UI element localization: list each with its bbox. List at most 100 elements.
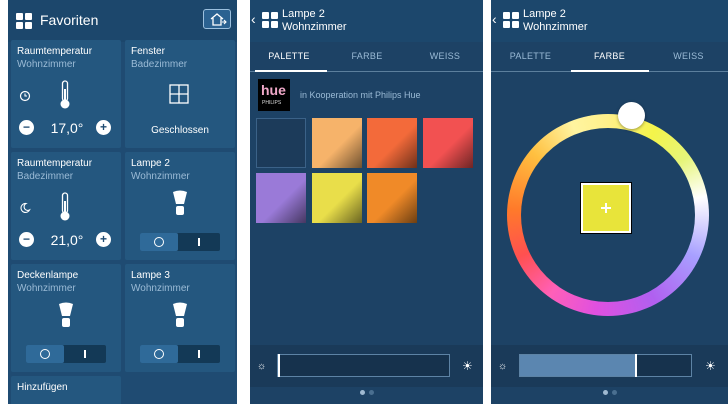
moon-icon (20, 202, 31, 214)
page-title: Lampe 2 (523, 8, 566, 20)
color-wheel-handle[interactable] (618, 102, 645, 129)
temperature-value: 21,0° (50, 232, 84, 248)
toggle-knob[interactable] (26, 345, 64, 363)
active-tab-indicator (255, 70, 327, 72)
page-indicator (250, 382, 483, 400)
tile-ceiling-lamp[interactable]: Deckenlampe Wohnzimmer (11, 264, 121, 372)
lamp-toggle[interactable] (140, 345, 220, 363)
tile-name: Lampe 3 (131, 270, 170, 281)
thermometer-icon (60, 192, 70, 221)
tile-room: Badezimmer (17, 171, 74, 182)
dim-sun-icon: ☼ (257, 361, 267, 372)
bulb-icon (173, 190, 187, 215)
home-icon (210, 13, 227, 26)
swatch-orange-red[interactable] (367, 118, 417, 168)
page-subtitle: Wohnzimmer (282, 21, 347, 33)
dim-sun-icon: ☼ (498, 361, 508, 372)
brightness-thumb[interactable] (635, 354, 637, 377)
swatch-peach[interactable] (312, 118, 362, 168)
tab-color[interactable]: FARBE (328, 51, 406, 61)
brightness-slider[interactable] (277, 354, 450, 377)
tile-name: Raumtemperatur (17, 158, 93, 169)
grid-menu-icon[interactable] (16, 13, 32, 29)
hue-logo-sub: PHILIPS (262, 100, 282, 106)
tab-white[interactable]: WEISS (649, 51, 728, 61)
tile-name: Deckenlampe (17, 270, 79, 281)
plus-icon (601, 203, 611, 213)
tile-window-bathroom[interactable]: Fenster Badezimmer Geschlossen (125, 40, 235, 148)
home-button[interactable] (203, 9, 231, 29)
tile-room: Badezimmer (131, 59, 188, 70)
bright-sun-icon: ☀ (705, 359, 716, 373)
add-tile-button[interactable]: Hinzufügen (11, 376, 121, 404)
tile-lamp-2[interactable]: Lampe 2 Wohnzimmer (125, 152, 235, 260)
page-title: Favoriten (40, 12, 99, 28)
app-bar: ‹ Lampe 2 Wohnzimmer (250, 0, 483, 42)
toggle-knob[interactable] (140, 233, 178, 251)
thermometer-icon (60, 80, 70, 109)
toggle-on-mark (198, 238, 200, 246)
tab-color[interactable]: FARBE (570, 51, 649, 61)
lamp-color-screen: ‹ Lampe 2 Wohnzimmer PALETTE FARBE WEISS… (491, 0, 728, 404)
swatch-orange[interactable] (367, 173, 417, 223)
window-status: Geschlossen (151, 125, 209, 136)
add-label: Hinzufügen (17, 382, 68, 393)
swatch-purple[interactable] (256, 173, 306, 223)
back-arrow-icon[interactable]: ‹ (251, 12, 256, 26)
tab-bar: PALETTE FARBE WEISS (250, 42, 483, 72)
window-icon (169, 84, 189, 104)
temperature-stepper[interactable]: − 17,0° + (19, 120, 113, 136)
swatch-coral-red[interactable] (423, 118, 473, 168)
app-bar: Favoriten (8, 0, 237, 42)
tab-palette[interactable]: PALETTE (250, 51, 328, 61)
hue-logo: hue PHILIPS (258, 79, 290, 111)
tile-room: Wohnzimmer (131, 171, 190, 182)
lamp-toggle[interactable] (140, 233, 220, 251)
grid-menu-icon[interactable] (503, 12, 519, 28)
favorites-screen: Favoriten Raumtemperatur Wohnzimmer − 17… (8, 0, 237, 404)
tile-name: Raumtemperatur (17, 46, 93, 57)
brightness-fill (520, 355, 635, 376)
tab-bar: PALETTE FARBE WEISS (491, 42, 728, 72)
lamp-palette-screen: ‹ Lampe 2 Wohnzimmer PALETTE FARBE WEISS… (250, 0, 483, 404)
increase-button[interactable]: + (96, 120, 111, 135)
swatch-yellow[interactable] (312, 173, 362, 223)
tile-room: Wohnzimmer (17, 283, 76, 294)
toggle-on-mark (84, 350, 86, 358)
page-indicator (491, 382, 728, 400)
tab-palette[interactable]: PALETTE (491, 51, 570, 61)
increase-button[interactable]: + (96, 232, 111, 247)
tile-name: Lampe 2 (131, 158, 170, 169)
decrease-button[interactable]: − (19, 120, 34, 135)
bulb-icon (59, 302, 73, 327)
active-tab-indicator (571, 70, 649, 72)
brightness-bar: ☼ ☀ (491, 345, 728, 387)
bulb-icon (173, 302, 187, 327)
cooperation-text: in Kooperation mit Philips Hue (300, 90, 421, 100)
grid-menu-icon[interactable] (262, 12, 278, 28)
tile-room-temperature-bathroom[interactable]: Raumtemperatur Badezimmer − 21,0° + (11, 152, 121, 260)
clock-icon (19, 90, 31, 102)
app-bar: ‹ Lampe 2 Wohnzimmer (491, 0, 728, 42)
temperature-value: 17,0° (50, 120, 84, 136)
page-subtitle: Wohnzimmer (523, 21, 588, 33)
decrease-button[interactable]: − (19, 232, 34, 247)
tab-white[interactable]: WEISS (406, 51, 483, 61)
hue-logo-text: hue (261, 82, 286, 98)
bright-sun-icon: ☀ (462, 359, 473, 373)
tile-name: Fenster (131, 46, 165, 57)
tile-lamp-3[interactable]: Lampe 3 Wohnzimmer (125, 264, 235, 372)
brightness-bar: ☼ ☀ (250, 345, 483, 387)
back-arrow-icon[interactable]: ‹ (492, 12, 497, 26)
lamp-toggle[interactable] (26, 345, 106, 363)
tile-room: Wohnzimmer (17, 59, 76, 70)
temperature-stepper[interactable]: − 21,0° + (19, 232, 113, 248)
toggle-knob[interactable] (140, 345, 178, 363)
selected-color-preview[interactable] (580, 182, 632, 234)
brightness-slider[interactable] (519, 354, 692, 377)
page-title: Lampe 2 (282, 8, 325, 20)
tile-room-temperature-living[interactable]: Raumtemperatur Wohnzimmer − 17,0° + (11, 40, 121, 148)
toggle-on-mark (198, 350, 200, 358)
swatch-empty[interactable] (256, 118, 306, 168)
brightness-thumb[interactable] (278, 354, 280, 377)
